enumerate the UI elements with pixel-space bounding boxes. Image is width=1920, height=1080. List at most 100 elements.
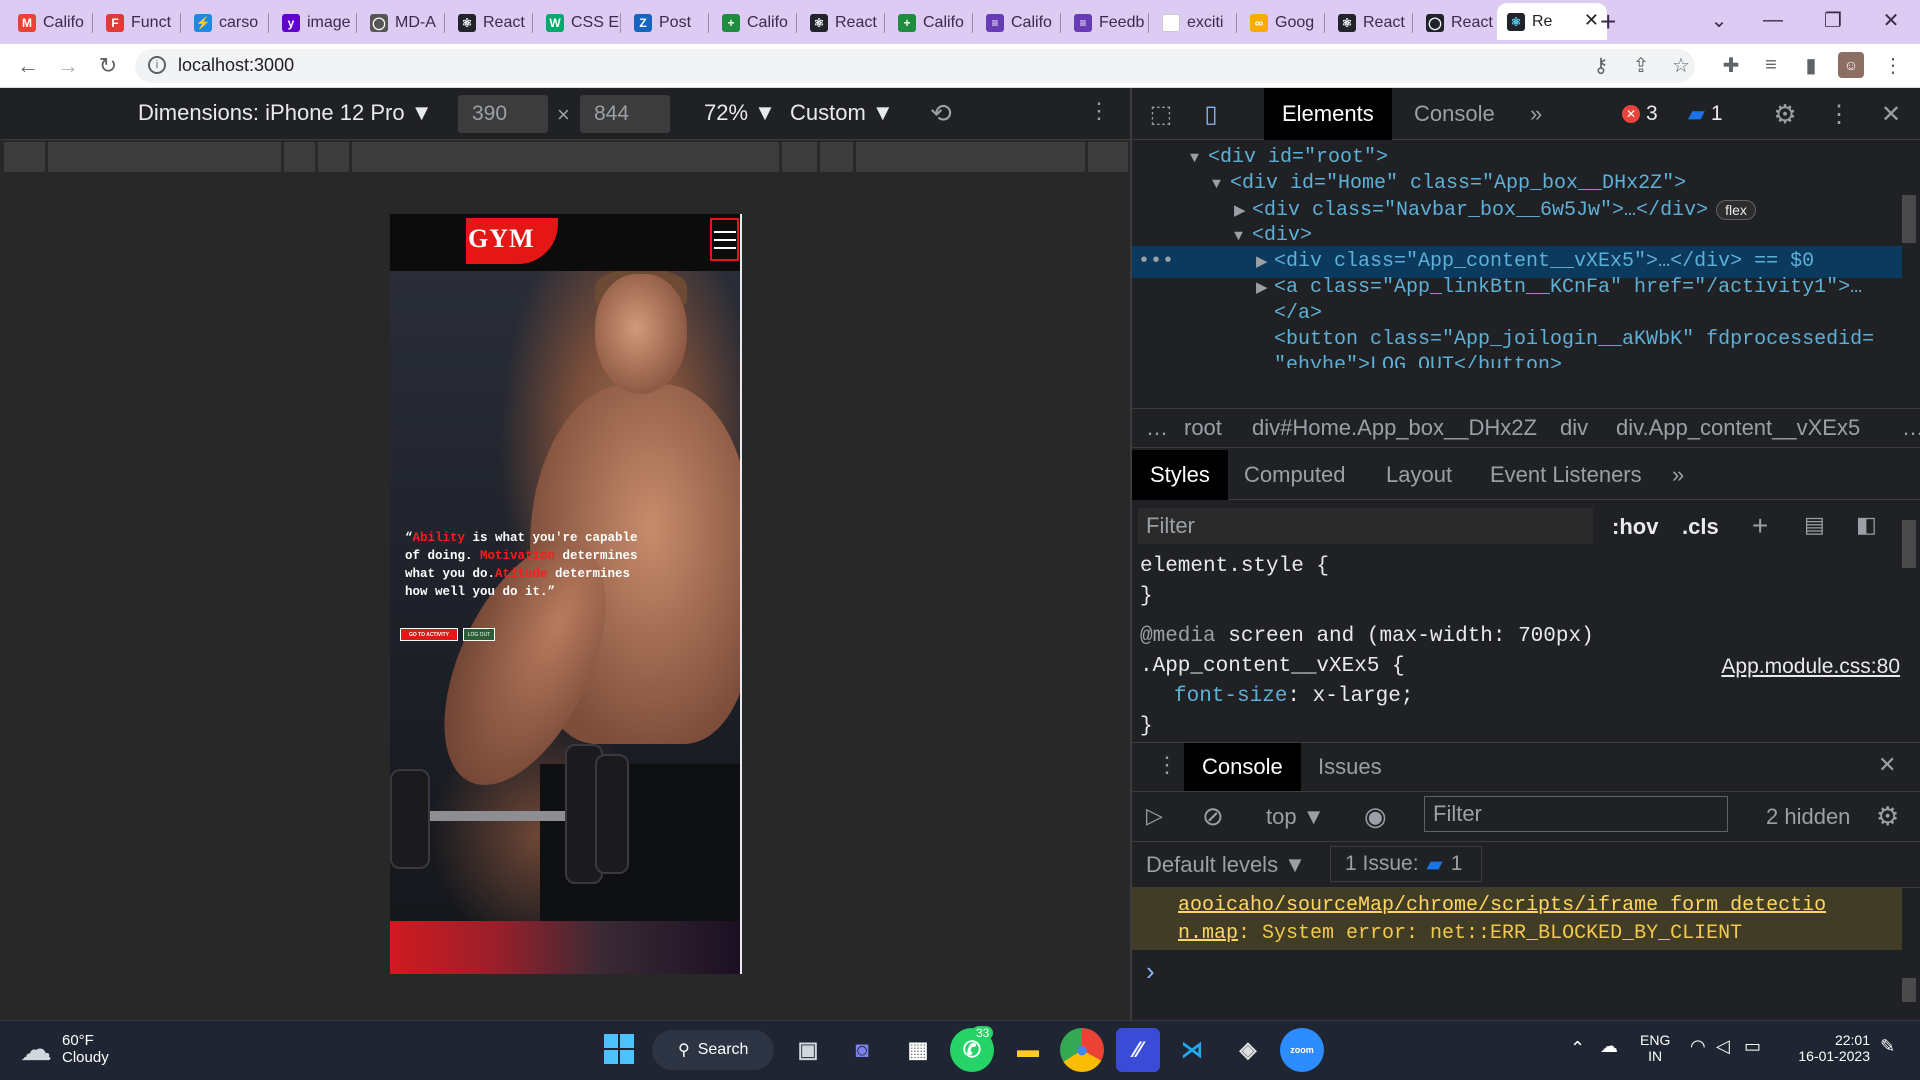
tray-chevron-icon[interactable]: ⌃ [1570,1038,1585,1059]
browser-tab[interactable]: ∞ Goog [1240,5,1325,40]
logout-button[interactable]: LOG OUT [463,628,495,641]
window-close-icon[interactable]: ✕ [1862,0,1920,40]
forward-icon[interactable]: → [52,50,84,82]
browser-tab[interactable]: ◯ React [1416,5,1501,40]
style-declaration[interactable]: font-size: x-large; [1140,682,1900,712]
store-icon[interactable]: ▦ [896,1028,940,1072]
device-height-input[interactable]: 844 [580,95,670,133]
collapse-arrow-icon[interactable]: ▼ [1212,169,1230,201]
devtools-close-icon[interactable]: ✕ [1878,101,1904,128]
more-tabs-icon[interactable]: » [1512,88,1560,140]
node-actions-icon[interactable]: ••• [1138,246,1174,278]
property-name[interactable]: font-size [1174,685,1287,708]
tray-cloud-icon[interactable]: ☁ [1600,1036,1618,1057]
browser-tab[interactable]: Z Post [624,5,709,40]
browser-tab[interactable]: ≡ Califo [976,5,1061,40]
clear-console-icon[interactable]: ⊘ [1202,801,1224,832]
address-bar[interactable] [135,49,1695,83]
file-explorer-icon[interactable]: ▬ [1006,1028,1050,1072]
console-sidebar-icon[interactable]: ▷ [1146,803,1163,829]
tab-layout[interactable]: Layout [1368,450,1470,500]
issues-button[interactable]: 1 Issue: ▰ 1 [1330,846,1482,882]
hamburger-menu-icon[interactable] [710,218,739,261]
collapse-arrow-icon[interactable]: ▼ [1190,143,1208,175]
browser-tab[interactable]: F Funct [96,5,181,40]
selector-rule[interactable]: .App_content__vXEx5 {App.module.css:80 [1140,652,1900,682]
browser-tab[interactable]: ⚛ React [800,5,885,40]
media-query-ruler[interactable] [4,142,1128,172]
messages-badge[interactable]: ▰ 1 [1682,99,1729,129]
rotate-icon[interactable]: ⟲ [930,98,952,129]
collapse-arrow-icon[interactable]: ▼ [1234,221,1252,253]
notifications-icon[interactable]: ✎ [1880,1036,1895,1057]
styles-scrollbar[interactable] [1902,520,1916,568]
tab-elements[interactable]: Elements [1264,88,1392,140]
dom-tree[interactable]: ••• ▼ <div id="root"> ▼ <div id="Home" class… [1132,140,1902,405]
maximize-icon[interactable]: ❐ [1804,0,1862,40]
console-prompt[interactable]: › [1146,956,1155,987]
taskbar-search[interactable]: ⚲ Search [652,1030,774,1070]
browser-tab[interactable]: ◯ MD-A [360,5,445,40]
console-scrollbar[interactable] [1902,978,1916,1002]
live-expression-icon[interactable]: ◉ [1364,801,1387,832]
context-select[interactable]: top ▼ [1266,804,1324,830]
zoom-select[interactable]: 72% ▼ [704,100,776,126]
new-style-rule-icon[interactable]: + [1752,510,1768,542]
url-text[interactable]: localhost:3000 [178,55,294,76]
new-tab-button[interactable]: + [1600,6,1616,38]
dom-scrollbar[interactable] [1902,195,1916,243]
source-link[interactable]: App.module.css:80 [1721,652,1900,681]
browser-tab[interactable]: ≡ Feedb [1064,5,1149,40]
power-automate-icon[interactable]: ⁄⁄ [1116,1028,1160,1072]
chrome-icon[interactable]: ● [1060,1028,1104,1072]
browser-tab[interactable]: + Califo [888,5,973,40]
unity-hub-icon[interactable]: ◈ [1226,1028,1270,1072]
cls-toggle[interactable]: .cls [1682,514,1719,540]
active-tab[interactable]: ⚛ Re ✕ [1497,3,1607,40]
browser-tab[interactable]: y image [272,5,357,40]
battery-icon[interactable]: ▭ [1744,1036,1761,1057]
device-toggle-icon[interactable]: ▯ [1198,101,1224,128]
styles-filter-input[interactable]: Filter [1138,508,1593,544]
browser-tab[interactable]: ⚛ React [1328,5,1413,40]
error-source-link[interactable]: aooicaho/sourceMap/chrome/scripts/iframe… [1178,894,1826,917]
default-levels-select[interactable]: Default levels ▼ [1146,852,1306,878]
more-style-tabs-icon[interactable]: » [1654,450,1702,500]
dom-node[interactable]: ▶ <div class="Navbar_box__6w5Jw">…</div> f… [1234,194,1756,226]
device-width-input[interactable]: 390 [458,95,548,133]
element-style-rule[interactable]: element.style { [1140,552,1900,582]
devtools-settings-icon[interactable]: ⚙ [1772,99,1798,129]
profile-avatar[interactable]: ☺ [1838,52,1864,78]
drawer-menu-icon[interactable]: ⋮ [1156,752,1178,778]
media-queue-icon[interactable]: ≡ [1758,52,1784,78]
start-button[interactable] [604,1034,634,1064]
console-settings-icon[interactable]: ⚙ [1876,801,1899,832]
browser-tab[interactable]: ⚡ carso [184,5,269,40]
browser-menu-icon[interactable]: ⋮ [1880,52,1906,78]
property-value[interactable]: x-large; [1313,685,1414,708]
breadcrumb-item[interactable]: div.App_content__vXEx5 [1616,415,1860,441]
throttle-select[interactable]: Custom ▼ [790,100,894,126]
inspect-element-icon[interactable]: ⬚ [1148,101,1174,128]
drawer-close-icon[interactable]: ✕ [1878,752,1896,778]
breadcrumb-item[interactable]: div [1560,415,1588,441]
site-info-icon[interactable]: i [148,56,166,74]
vscode-icon[interactable]: ⋊ [1170,1028,1214,1072]
tab-console[interactable]: Console [1396,88,1513,140]
browser-tab[interactable]: W CSS E [536,5,621,40]
clock[interactable]: 22:01 16-01-2023 [1790,1032,1870,1064]
browser-tab[interactable]: ⚛ React [448,5,533,40]
go-to-activity-button[interactable]: GO TO ACTIVITY [400,628,458,641]
toggle-sidebar-icon[interactable]: ◧ [1856,512,1877,538]
tab-styles[interactable]: Styles [1132,450,1228,500]
bookmark-star-icon[interactable]: ☆ [1668,52,1694,78]
gym-logo[interactable]: GYM [466,218,558,264]
reload-icon[interactable]: ↻ [92,50,124,82]
task-view-icon[interactable]: ▣ [786,1028,830,1072]
device-dimensions-select[interactable]: Dimensions: iPhone 12 Pro ▼ [138,100,432,126]
breadcrumb-item[interactable]: div#Home.App_box__DHx2Z [1252,415,1537,441]
key-icon[interactable]: ⚷ [1588,52,1614,78]
lang-indicator[interactable]: ENG IN [1640,1032,1670,1064]
drawer-tab-console[interactable]: Console [1184,743,1301,791]
hov-toggle[interactable]: :hov [1612,514,1658,540]
